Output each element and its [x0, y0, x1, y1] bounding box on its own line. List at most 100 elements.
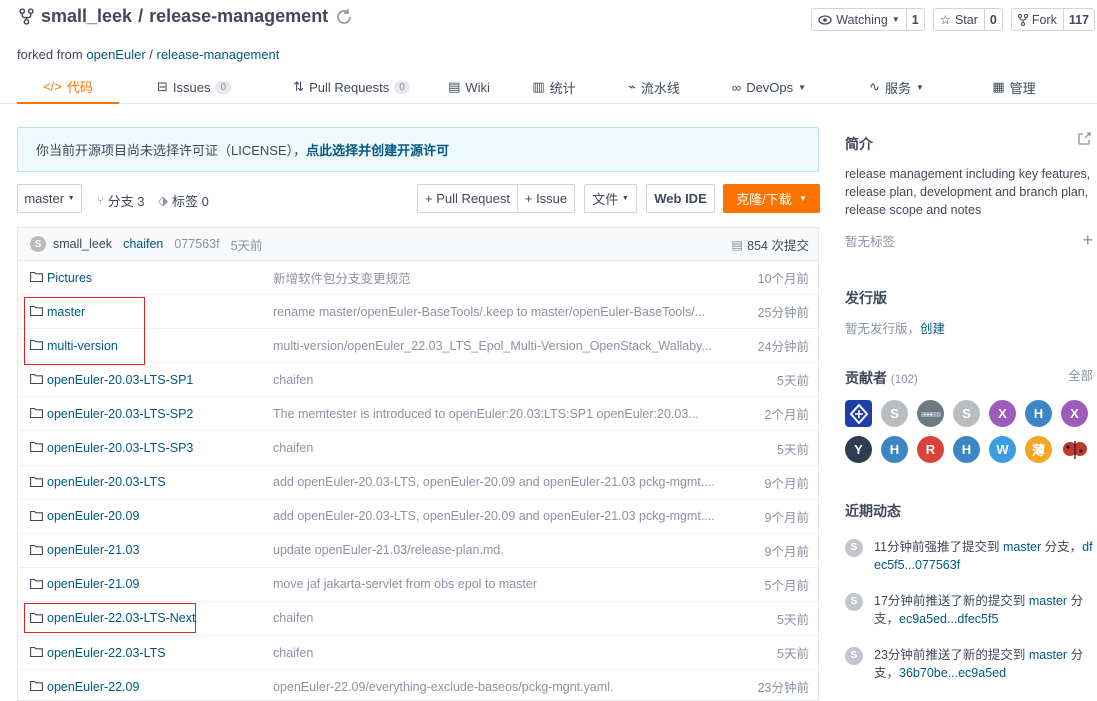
- contributor-avatar[interactable]: [845, 400, 872, 427]
- commit-message-link[interactable]: add openEuler-20.03-LTS, openEuler-20.09…: [273, 509, 715, 523]
- file-name-link[interactable]: openEuler-20.03-LTS-SP1: [47, 373, 193, 387]
- file-name-link[interactable]: openEuler-20.03-LTS-SP2: [47, 407, 193, 421]
- web-ide-button[interactable]: Web IDE: [646, 184, 715, 213]
- commit-range-link[interactable]: ec5f5...077563f: [874, 558, 960, 572]
- tags-link[interactable]: ⬗ 标签 0: [158, 191, 209, 210]
- contributor-avatar[interactable]: H: [1025, 400, 1052, 427]
- pull-request-icon: ⇅: [293, 79, 305, 94]
- folder-icon: [30, 544, 43, 555]
- commit-message-link[interactable]: chaifen: [273, 441, 313, 455]
- edit-icon[interactable]: [1077, 132, 1091, 146]
- clone-download-button[interactable]: 克隆/下载 ▼: [723, 184, 820, 213]
- commit-message-link[interactable]: multi-version/openEuler_22.03_LTS_Epol_M…: [273, 339, 712, 353]
- license-link[interactable]: 点此选择并创建开源许可: [306, 140, 449, 159]
- caret-icon: ▼: [621, 195, 629, 202]
- branch-link[interactable]: master: [1003, 540, 1041, 554]
- create-release-link[interactable]: 创建: [920, 322, 945, 336]
- commit-message-link[interactable]: openEuler-22.09/everything-exclude-baseo…: [273, 680, 613, 694]
- file-menu-button[interactable]: 文件 ▼: [584, 184, 637, 213]
- file-name-link[interactable]: openEuler-20.03-LTS: [47, 475, 166, 489]
- tab-stats[interactable]: ▥ 统计: [504, 70, 604, 104]
- tab-devops[interactable]: ∞ DevOps ▼: [704, 70, 834, 104]
- contributor-avatar[interactable]: S: [953, 400, 980, 427]
- contributor-avatar[interactable]: S: [881, 400, 908, 427]
- file-name-link[interactable]: Pictures: [47, 271, 92, 285]
- commit-message-link[interactable]: add openEuler-20.03-LTS, openEuler-20.09…: [273, 475, 715, 489]
- file-name-link[interactable]: openEuler-21.03: [47, 543, 139, 557]
- contributor-avatar[interactable]: R: [917, 436, 944, 463]
- commit-message-link[interactable]: 新增软件包分支变更规范: [273, 268, 411, 287]
- contributor-avatar[interactable]: 薄: [1025, 436, 1052, 463]
- contributor-avatar[interactable]: W: [989, 436, 1016, 463]
- contributor-avatar[interactable]: [1061, 436, 1088, 463]
- star-icon: ☆: [939, 13, 951, 27]
- forked-owner-link[interactable]: openEuler: [86, 47, 145, 62]
- avatar[interactable]: S: [845, 593, 863, 611]
- fork-count[interactable]: 117: [1062, 9, 1094, 30]
- add-tag-icon[interactable]: +: [1082, 230, 1093, 251]
- repo-owner-link[interactable]: small_leek: [41, 6, 132, 27]
- table-row: openEuler-20.03-LTS-SP2 The memtester is …: [18, 397, 818, 432]
- file-name-link[interactable]: openEuler-22.09: [47, 680, 139, 694]
- activity-item: S 17分钟前推送了新的提交到 master 分支，ec9a5ed...dfec5…: [845, 592, 1097, 632]
- all-contributors-link[interactable]: 全部: [1068, 367, 1093, 385]
- avatar[interactable]: S: [30, 236, 46, 252]
- contributor-avatar[interactable]: X: [989, 400, 1016, 427]
- contributor-avatar[interactable]: H: [953, 436, 980, 463]
- avatar[interactable]: S: [845, 539, 863, 557]
- tab-code[interactable]: </> 代码: [17, 70, 119, 104]
- contributor-avatar[interactable]: [917, 400, 944, 427]
- highlight-box: [24, 297, 145, 365]
- commit-range-link[interactable]: ec9a5ed...dfec5f5: [899, 612, 998, 626]
- tab-wiki[interactable]: ▤ Wiki: [434, 70, 504, 104]
- contributor-avatar[interactable]: H: [881, 436, 908, 463]
- activity-title: 近期动态: [845, 503, 901, 519]
- fork-button[interactable]: Fork 117: [1010, 8, 1095, 31]
- file-name-link[interactable]: openEuler-22.03-LTS: [47, 646, 166, 660]
- watch-count[interactable]: 1: [905, 9, 924, 30]
- file-time: 23分钟前: [757, 681, 809, 696]
- commit-sha[interactable]: 077563f: [174, 237, 219, 251]
- file-name-link[interactable]: openEuler-20.09: [47, 509, 139, 523]
- branch-link[interactable]: master: [1029, 594, 1067, 608]
- pipeline-icon: ⌁: [628, 79, 636, 94]
- repo-name-link[interactable]: release-management: [149, 6, 328, 27]
- tab-pull-requests[interactable]: ⇅ Pull Requests 0: [269, 70, 434, 104]
- tab-manage[interactable]: ▦ 管理: [959, 70, 1069, 104]
- forked-repo-link[interactable]: release-management: [157, 47, 280, 62]
- sync-icon[interactable]: [334, 7, 354, 27]
- commit-time: 5天前: [230, 238, 263, 253]
- star-button[interactable]: ☆ Star 0: [932, 8, 1003, 31]
- contributor-avatar[interactable]: Y: [845, 436, 872, 463]
- branches-link[interactable]: ⑂ 分支 3: [97, 191, 144, 210]
- commit-count-link[interactable]: ▤ 854 次提交: [731, 235, 809, 254]
- watch-button[interactable]: Watching ▼ 1: [811, 8, 925, 31]
- commit-message-link[interactable]: rename master/openEuler-BaseTools/.keep …: [273, 305, 705, 319]
- star-count[interactable]: 0: [983, 9, 1002, 30]
- commit-committer[interactable]: chaifen: [123, 237, 163, 251]
- avatar[interactable]: S: [845, 647, 863, 665]
- commit-message-link[interactable]: move jaf jakarta-servlet from obs epol t…: [273, 577, 537, 591]
- commit-message-link[interactable]: chaifen: [273, 646, 313, 660]
- commit-message-link[interactable]: chaifen: [273, 611, 313, 625]
- contributor-avatar[interactable]: X: [1061, 400, 1088, 427]
- commit-message-link[interactable]: update openEuler-21.03/release-plan.md.: [273, 543, 504, 557]
- tab-issues[interactable]: ⊟ Issues 0: [119, 70, 269, 104]
- branch-select[interactable]: master ▼: [17, 184, 82, 213]
- issues-count-badge: 0: [215, 80, 232, 94]
- new-pull-request-button[interactable]: + Pull Request: [417, 184, 517, 213]
- tab-services[interactable]: ∿ 服务 ▼: [834, 70, 959, 104]
- file-name-link[interactable]: openEuler-21.09: [47, 577, 139, 591]
- commit-author[interactable]: small_leek: [53, 237, 112, 251]
- commit-range-link[interactable]: 36b70be...ec9a5ed: [899, 666, 1006, 680]
- commit-message-link[interactable]: chaifen: [273, 373, 313, 387]
- commit-link[interactable]: df: [1082, 540, 1092, 554]
- tab-pipeline[interactable]: ⌁ 流水线: [604, 70, 704, 104]
- folder-icon: [30, 681, 43, 692]
- branch-link[interactable]: master: [1029, 648, 1067, 662]
- caret-icon: ▼: [67, 195, 75, 202]
- new-issue-button[interactable]: + Issue: [517, 184, 575, 213]
- file-time: 5天前: [777, 374, 809, 389]
- commit-message-link[interactable]: The memtester is introduced to openEuler…: [273, 407, 699, 421]
- file-name-link[interactable]: openEuler-20.03-LTS-SP3: [47, 441, 193, 455]
